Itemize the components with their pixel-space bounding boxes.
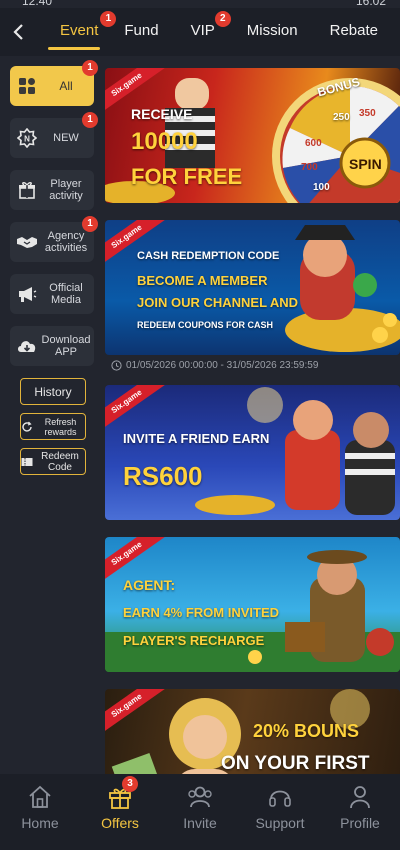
tab-label: Fund [124, 22, 159, 39]
status-time: 12:40 [22, 0, 53, 8]
tab-label: Event [60, 22, 99, 39]
sidebar-item-label: Download APP [41, 334, 91, 358]
top-navigation: Event 1 Fund VIP 2 Mission Rebate [0, 8, 400, 56]
nav-offers[interactable]: Offers 3 [80, 774, 160, 850]
nav-support[interactable]: Support [240, 774, 320, 850]
refresh-rewards-button[interactable]: Refresh rewards [20, 413, 86, 440]
nav-label: Home [21, 815, 59, 831]
megaphone-icon [16, 283, 38, 305]
sidebar-item-all[interactable]: All 1 [10, 60, 98, 106]
home-icon [29, 785, 51, 808]
cloud-download-icon [16, 335, 38, 357]
tab-label: Rebate [329, 22, 378, 39]
button-label: Redeem Code [41, 450, 79, 473]
nav-profile[interactable]: Profile [320, 774, 400, 850]
banner-line: FOR FREE [131, 164, 243, 189]
banner-line: 20% BOUNS [253, 721, 360, 741]
banner-amount: RS600 [123, 461, 203, 491]
banner-line: ON YOUR FIRST [221, 753, 370, 774]
promo-banner-first-deposit[interactable]: Six.game 20% BOUNS ON YOUR FIRST [105, 689, 400, 774]
wheel-value: 100 [313, 182, 330, 193]
button-label: Refresh rewards [44, 416, 77, 437]
back-button[interactable] [0, 8, 36, 56]
redeem-code-button[interactable]: Redeem Code [20, 448, 86, 475]
banner-line: EARN 4% FROM INVITED [123, 605, 280, 620]
refresh-icon [22, 421, 32, 432]
bottom-navigation: Home Offers 3 Invite Support Profile [0, 774, 400, 850]
banner-line: INVITE A FRIEND EARN [123, 431, 270, 446]
banner-line: AGENT: [123, 577, 176, 593]
svg-text:N: N [24, 135, 30, 144]
nav-label: Support [255, 815, 305, 831]
sidebar: All 1 N NEW 1 Player activity Agency act… [10, 60, 98, 483]
banner-line: PLAYER'S RECHARGE [123, 633, 265, 648]
sidebar-item-player-activity[interactable]: Player activity [10, 170, 94, 210]
sidebar-item-download-app[interactable]: Download APP [10, 326, 94, 366]
promo-banner-cash-redemption[interactable]: Six.game CASH REDEMPTION CODE BECOME A M… [105, 220, 400, 355]
history-button[interactable]: History [20, 378, 86, 405]
sidebar-item-label: NEW [53, 132, 79, 144]
nav-home[interactable]: Home [0, 774, 80, 850]
tab-mission[interactable]: Mission [235, 8, 310, 56]
banner-line: RECEIVE [131, 106, 193, 122]
sidebar-item-agency-activities[interactable]: Agency activities 1 [10, 216, 98, 262]
status-time-right: 16:02 [355, 0, 386, 8]
tab-vip[interactable]: VIP 2 [171, 8, 235, 56]
status-bar: 12:40 16:02 [0, 0, 400, 8]
tab-label: Mission [246, 22, 298, 39]
promotion-list: Six.game RECEIVE 10000 FOR FREE BONUS SP… [105, 68, 400, 774]
notification-badge: 2 [214, 11, 231, 27]
users-icon [188, 786, 212, 808]
wheel-spin-label: SPIN [349, 156, 382, 172]
nav-invite[interactable]: Invite [160, 774, 240, 850]
gift-icon [16, 179, 38, 201]
notification-badge: 1 [82, 216, 98, 232]
person-icon [350, 786, 370, 809]
tab-label: VIP [190, 22, 215, 39]
sidebar-item-new[interactable]: N NEW 1 [10, 112, 98, 158]
banner-title: CASH REDEMPTION CODE [137, 250, 280, 262]
notification-badge: 1 [82, 60, 98, 76]
sidebar-item-label: Agency activities [44, 230, 88, 254]
nav-label: Profile [340, 815, 380, 831]
sidebar-item-label: All [59, 79, 73, 93]
banner-line: BECOME A MEMBER [137, 273, 268, 288]
category-tabs: Event 1 Fund VIP 2 Mission Rebate [36, 8, 390, 56]
banner-line: JOIN OUR CHANNEL AND [137, 295, 299, 310]
date-text: 01/05/2026 00:00:00 - 31/05/2026 23:59:5… [126, 359, 319, 371]
banner-line: REDEEM COUPONS FOR CASH [137, 320, 274, 330]
promo-banner-invite-friend[interactable]: Six.game INVITE A FRIEND EARN RS600 [105, 385, 400, 520]
nav-label: Offers [101, 815, 139, 831]
sidebar-item-label: Official Media [49, 282, 83, 306]
grid-icon [16, 75, 38, 97]
headset-icon [269, 790, 291, 807]
tab-fund[interactable]: Fund [112, 8, 170, 56]
new-badge-icon: N [16, 127, 38, 149]
button-label: History [34, 384, 72, 399]
promo-date-range: 01/05/2026 00:00:00 - 31/05/2026 23:59:5… [111, 357, 400, 373]
promo-banner-receive-10000[interactable]: Six.game RECEIVE 10000 FOR FREE BONUS SP… [105, 68, 400, 203]
notification-badge: 1 [82, 112, 98, 128]
handshake-icon [16, 231, 38, 253]
chevron-left-icon [13, 24, 23, 40]
main-content: All 1 N NEW 1 Player activity Agency act… [0, 56, 400, 774]
promo-banner-agent[interactable]: Six.game AGENT: EARN 4% FROM INVITED PLA… [105, 537, 400, 672]
wheel-value: 250 [333, 112, 350, 123]
wheel-value: 600 [305, 138, 322, 149]
wheel-value: 350 [359, 108, 376, 119]
notification-badge: 3 [122, 776, 138, 792]
nav-label: Invite [183, 815, 217, 831]
characters-illustration [195, 387, 395, 515]
tab-rebate[interactable]: Rebate [310, 8, 390, 56]
clock-icon [111, 359, 122, 371]
ticket-icon [21, 457, 33, 466]
tab-event[interactable]: Event 1 [36, 8, 117, 56]
wheel-value: 700 [301, 162, 318, 173]
sidebar-item-label: Player activity [49, 178, 83, 202]
sidebar-item-official-media[interactable]: Official Media [10, 274, 94, 314]
banner-amount: 10000 [131, 128, 198, 155]
